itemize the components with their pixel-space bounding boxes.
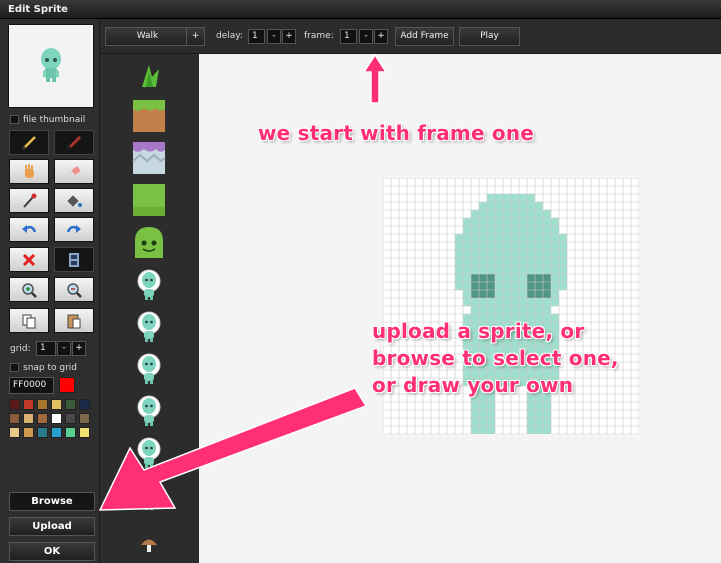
frame-decrease-button[interactable]: - (359, 29, 373, 44)
sprite-library-strip (100, 54, 199, 563)
brush-icon (67, 135, 82, 150)
alien-icon[interactable] (132, 393, 166, 427)
slime-icon[interactable] (132, 225, 166, 259)
delay-label: delay: (216, 31, 243, 41)
browse-button[interactable]: Browse (9, 492, 95, 511)
undo-icon (22, 224, 37, 233)
palette-swatch[interactable] (23, 413, 34, 424)
file-thumbnail-label: file thumbnail (23, 115, 86, 125)
ok-button[interactable]: OK (9, 542, 95, 561)
play-button[interactable]: Play (459, 27, 520, 46)
eyedropper-tool-button[interactable] (9, 188, 49, 213)
mushroom-icon[interactable] (132, 525, 166, 559)
title-bar: Edit Sprite (0, 0, 721, 19)
brush-tool-button[interactable] (54, 130, 94, 155)
palette-swatch[interactable] (79, 399, 90, 410)
palette-swatch[interactable] (23, 399, 34, 410)
frame-label: frame: (304, 31, 334, 41)
palette-swatch[interactable] (51, 413, 62, 424)
upload-annotation-line2: browse to select one, (372, 346, 619, 370)
grid-label: grid: (10, 344, 31, 354)
palette-swatch[interactable] (9, 427, 20, 438)
palette-swatch[interactable] (79, 413, 90, 424)
copy-icon (22, 314, 36, 328)
alien-icon[interactable] (132, 435, 166, 469)
snap-to-grid-label: snap to grid (23, 363, 78, 373)
left-panel: file thumbnail grid: 1 - + snap to grid … (0, 19, 100, 563)
undo-button[interactable] (9, 217, 49, 242)
delay-increase-button[interactable]: + (282, 29, 296, 44)
palette-swatch[interactable] (51, 399, 62, 410)
hand-tool-button[interactable] (9, 159, 49, 184)
film-icon (69, 252, 79, 267)
redo-icon (66, 224, 81, 233)
fill-tool-button[interactable] (54, 188, 94, 213)
pencil-tool-button[interactable] (9, 130, 49, 155)
delete-button[interactable] (9, 247, 49, 272)
delay-field[interactable]: 1 (248, 29, 265, 44)
palette-swatch[interactable] (9, 399, 20, 410)
alien-icon[interactable] (132, 267, 166, 301)
alien-thumbnail-icon (41, 48, 61, 82)
zoom-out-button[interactable] (54, 277, 94, 302)
add-frame-button[interactable]: Add Frame (395, 27, 454, 46)
grass-block-icon[interactable] (132, 183, 166, 217)
dirt-block-icon[interactable] (132, 99, 166, 133)
color-hex-field[interactable]: FF0000 (9, 377, 54, 394)
grid-increase-button[interactable]: + (72, 341, 86, 356)
eraser-tool-button[interactable] (54, 159, 94, 184)
palette-swatch[interactable] (51, 427, 62, 438)
animation-toolbar: Walk + delay: 1 - + frame: 1 - + Add Fra… (100, 19, 721, 54)
palette-swatch[interactable] (37, 427, 48, 438)
palette-swatch[interactable] (65, 399, 76, 410)
frame-increase-button[interactable]: + (374, 29, 388, 44)
snap-to-grid-checkbox[interactable] (10, 363, 19, 372)
frame-annotation: we start with frame one (258, 121, 535, 145)
grid-decrease-button[interactable]: - (57, 341, 71, 356)
sprite-thumbnail (8, 24, 94, 108)
grid-size-field[interactable]: 1 (36, 341, 56, 356)
palette-swatch[interactable] (79, 427, 90, 438)
add-animation-button[interactable]: + (186, 27, 205, 46)
eraser-icon (67, 165, 81, 178)
pencil-icon (22, 135, 36, 150)
alien-icon[interactable] (132, 351, 166, 385)
palette-swatch[interactable] (65, 427, 76, 438)
crystal-block-icon[interactable] (132, 141, 166, 175)
window-title: Edit Sprite (8, 4, 68, 15)
film-button[interactable] (54, 247, 94, 272)
grass-tuft-icon[interactable] (132, 57, 166, 91)
redo-button[interactable] (54, 217, 94, 242)
copy-button[interactable] (9, 308, 49, 333)
palette-swatch[interactable] (9, 413, 20, 424)
palette-swatch[interactable] (37, 399, 48, 410)
alien-icon[interactable] (132, 309, 166, 343)
palette-swatch[interactable] (23, 427, 34, 438)
fill-icon (67, 194, 82, 207)
paste-button[interactable] (54, 308, 94, 333)
frame-field[interactable]: 1 (340, 29, 357, 44)
delay-decrease-button[interactable]: - (267, 29, 281, 44)
eyedropper-icon (23, 193, 37, 208)
current-color-swatch[interactable] (59, 377, 75, 393)
paste-icon (67, 314, 81, 328)
animation-select[interactable]: Walk (105, 27, 190, 46)
hand-icon (25, 163, 34, 178)
zoom-in-icon (22, 282, 37, 298)
upload-button[interactable]: Upload (9, 517, 95, 536)
file-thumbnail-checkbox[interactable] (10, 115, 19, 124)
alien-icon[interactable] (132, 477, 166, 511)
palette-swatch[interactable] (37, 413, 48, 424)
zoom-in-button[interactable] (9, 277, 49, 302)
delete-icon (22, 253, 36, 266)
zoom-out-icon (67, 282, 82, 298)
palette-swatch[interactable] (65, 413, 76, 424)
upload-annotation-line3: or draw your own (372, 373, 574, 397)
upload-annotation-line1: upload a sprite, or (372, 319, 585, 343)
